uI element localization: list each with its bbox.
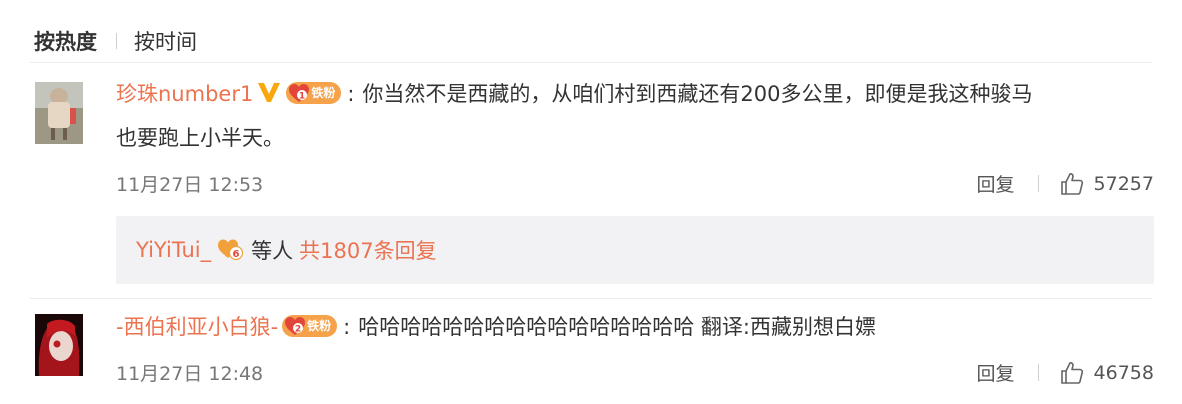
comment-body: 哈哈哈哈哈哈哈哈哈哈哈哈哈哈哈哈 翻译:西藏别想白嫖 <box>358 315 876 339</box>
like-count: 46758 <box>1093 361 1154 384</box>
more-replies-link[interactable]: 共1807条回复 <box>299 235 436 265</box>
comment-username[interactable]: 珍珠number1 <box>116 82 253 106</box>
reply-button[interactable]: 回复 <box>977 170 1015 197</box>
like-button[interactable]: 57257 <box>1059 171 1154 197</box>
fan-level-number: 2 <box>295 325 301 335</box>
avatar[interactable] <box>35 314 83 376</box>
reply-button[interactable]: 回复 <box>977 359 1015 386</box>
comment-actions: 回复 57257 <box>977 170 1154 197</box>
thumbs-up-icon <box>1060 172 1083 195</box>
sub-replies-panel[interactable]: YiYiTui_ 6 等人 共1807条回复 <box>116 216 1154 284</box>
sub-reply-username[interactable]: YiYiTui_ <box>136 238 211 262</box>
action-divider <box>1037 175 1039 192</box>
fan-level-number: 1 <box>299 92 305 102</box>
avatar-horse-icon <box>35 82 83 144</box>
comment-username[interactable]: -西伯利亚小白狼- <box>116 315 278 339</box>
sort-by-hot-tab[interactable]: 按热度 <box>34 26 97 56</box>
sort-by-time-tab[interactable]: 按时间 <box>134 26 197 56</box>
thumbs-up-icon <box>1060 361 1083 384</box>
avatar[interactable] <box>35 82 83 144</box>
colon-separator: : <box>343 315 351 339</box>
like-button[interactable]: 46758 <box>1059 360 1154 386</box>
fan-heart-icon: 2 <box>285 317 306 335</box>
comment-body: 你当然不是西藏的，从咱们村到西藏还有200多公里，即便是我这种骏马 <box>362 82 1033 106</box>
like-count: 57257 <box>1093 172 1154 195</box>
sub-reply-etc: 等人 <box>251 239 294 263</box>
comment-divider <box>30 298 1152 299</box>
action-divider <box>1037 364 1039 381</box>
avatar-anime-girl-icon <box>35 314 83 376</box>
fan-badge-label: 铁粉 <box>311 86 336 100</box>
fan-badge-label: 铁粉 <box>307 319 332 333</box>
fan-heart-icon: 1 <box>289 84 310 102</box>
verified-v-icon <box>258 83 281 102</box>
sort-divider <box>116 33 117 49</box>
fan-badge: 1 铁粉 <box>286 82 342 104</box>
comment-timestamp: 11月27日 12:53 <box>116 174 264 196</box>
sort-tabs: 按热度 按时间 <box>34 26 197 56</box>
comment-line: 珍珠number1 1 铁粉: 你当然不是西藏的，从咱们村到西藏还有200多公里，即便… <box>116 76 1033 112</box>
comment-actions: 回复 46758 <box>977 359 1154 386</box>
header-divider <box>30 62 1152 63</box>
fan-heart-icon: 6 <box>218 239 244 261</box>
sub-reply-level-number: 6 <box>233 249 240 260</box>
comment-body-continued: 也要跑上小半天。 <box>116 126 284 150</box>
comment-timestamp: 11月27日 12:48 <box>116 363 264 385</box>
colon-separator: : <box>347 82 355 106</box>
fan-badge: 2 铁粉 <box>282 315 338 337</box>
comment-line: -西伯利亚小白狼- 2 铁粉: 哈哈哈哈哈哈哈哈哈哈哈哈哈哈哈哈 翻译:西藏别想白嫖 <box>116 309 876 345</box>
